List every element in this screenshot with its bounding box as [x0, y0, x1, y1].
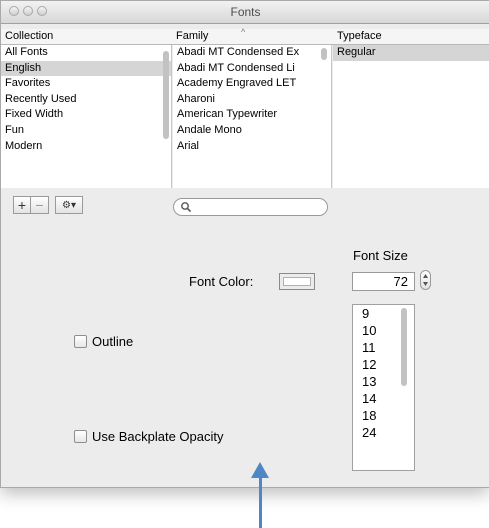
font-size-label: Font Size — [353, 248, 408, 263]
collection-header[interactable]: Collection — [5, 30, 53, 42]
collection-item[interactable]: Fun — [1, 123, 171, 139]
family-item[interactable]: American Typewriter — [173, 107, 331, 123]
collection-item[interactable]: Modern — [1, 139, 171, 155]
backplate-label[interactable]: Use Backplate Opacity — [92, 429, 224, 444]
font-size-item[interactable]: 18 — [353, 407, 414, 424]
family-item[interactable]: Aharoni — [173, 92, 331, 108]
family-header[interactable]: Family — [176, 30, 208, 42]
typeface-item-selected[interactable]: Regular — [333, 45, 489, 61]
outline-checkbox[interactable] — [74, 335, 87, 348]
family-list[interactable]: Abadi MT Condensed Ex Abadi MT Condensed… — [173, 45, 332, 188]
collection-item[interactable]: Recently Used — [1, 92, 171, 108]
font-size-scrollbar[interactable] — [401, 308, 407, 386]
font-size-item[interactable]: 14 — [353, 390, 414, 407]
font-color-swatch[interactable] — [279, 273, 315, 290]
family-item[interactable]: Abadi MT Condensed Li — [173, 61, 331, 77]
sort-caret-icon: ^ — [241, 27, 246, 37]
collection-item[interactable]: All Fonts — [1, 45, 171, 61]
family-item[interactable]: Andale Mono — [173, 123, 331, 139]
family-item[interactable]: Arial — [173, 139, 331, 155]
stepper-arrows-icon — [423, 274, 428, 286]
collection-list[interactable]: All Fonts English Favorites Recently Use… — [1, 45, 172, 188]
typeface-header[interactable]: Typeface — [337, 30, 382, 42]
collection-item[interactable]: Favorites — [1, 76, 171, 92]
font-size-stepper[interactable] — [420, 270, 431, 290]
collection-item-selected[interactable]: English — [1, 60, 171, 77]
collection-buttons: + − ⚙▾ — [13, 196, 83, 214]
annotation-arrow-shaft — [259, 476, 262, 528]
outline-label[interactable]: Outline — [92, 334, 133, 349]
action-menu-button[interactable]: ⚙▾ — [55, 196, 83, 214]
search-input[interactable] — [194, 200, 323, 214]
window-title: Fonts — [230, 5, 261, 19]
family-item[interactable]: Academy Engraved LET — [173, 76, 331, 92]
typeface-list[interactable]: Regular — [333, 45, 489, 188]
titlebar: Fonts — [1, 1, 489, 24]
family-item[interactable]: Abadi MT Condensed Ex — [173, 45, 331, 61]
collection-item[interactable]: Fixed Width — [1, 107, 171, 123]
font-color-label: Font Color: — [189, 274, 254, 289]
search-icon — [181, 202, 192, 213]
font-size-input[interactable]: 72 — [352, 272, 415, 291]
remove-collection-button[interactable]: − — [31, 196, 49, 214]
font-size-item[interactable]: 24 — [353, 424, 414, 441]
backplate-checkbox[interactable] — [74, 430, 87, 443]
fonts-window: Fonts Collection Family ^ Typeface All F… — [0, 0, 489, 488]
column-headers: Collection Family ^ Typeface — [1, 27, 489, 45]
font-size-list[interactable]: 9 10 11 12 13 14 18 24 — [352, 304, 415, 471]
add-collection-button[interactable]: + — [13, 196, 31, 214]
collection-scrollbar[interactable] — [163, 51, 169, 139]
search-field[interactable] — [173, 198, 328, 216]
family-scrollbar[interactable] — [321, 48, 327, 60]
